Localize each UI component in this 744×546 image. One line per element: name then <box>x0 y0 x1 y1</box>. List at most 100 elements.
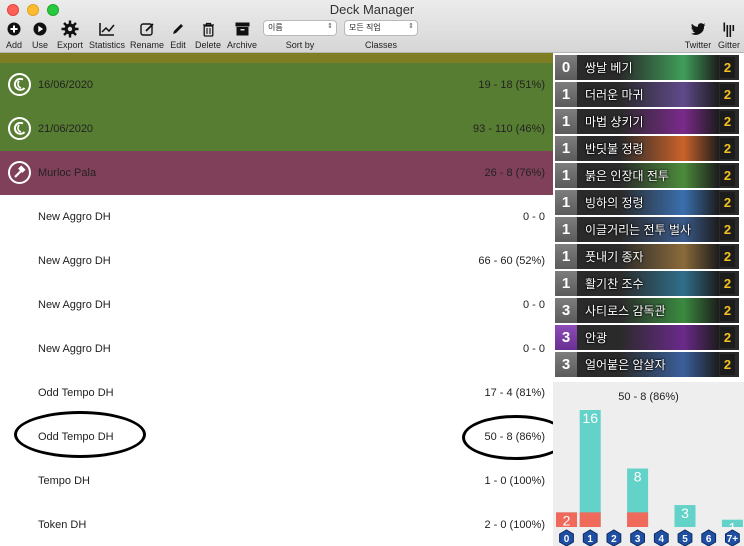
mana-curve-chart: 20161 283 435 617+ <box>556 410 743 546</box>
gitter-button[interactable]: Gitter <box>707 20 744 50</box>
deck-row[interactable]: New Aggro DH 0 - 0 <box>0 327 553 371</box>
card-name: 더러운 마귀 <box>585 88 644 102</box>
archive-button[interactable]: Archive <box>220 20 264 50</box>
deck-row[interactable]: New Aggro DH 0 - 0 <box>0 283 553 327</box>
card-name: 사티로스 감독관 <box>585 304 666 318</box>
class-icon-badge <box>8 73 31 96</box>
card-cost: 0 <box>555 55 577 80</box>
mana-cost-tick: 6 <box>706 534 712 545</box>
card-row[interactable]: 1 풋내기 종자 2 <box>555 244 739 269</box>
gitter-icon <box>723 22 735 37</box>
deck-row[interactable]: Token DH 2 - 0 (100%) <box>0 503 553 546</box>
mana-cost-tick: 3 <box>635 534 641 545</box>
card-row[interactable]: 1 활기찬 조수 2 <box>555 271 739 296</box>
sort-label: Sort by <box>285 40 315 50</box>
select-arrows-icon: ⇕ <box>327 23 333 30</box>
class-icon-badge <box>8 117 31 140</box>
pencil-icon <box>173 24 183 34</box>
deck-row[interactable]: 21/06/2020 93 - 110 (46%) <box>0 107 553 151</box>
card-name: 활기찬 조수 <box>585 277 644 291</box>
deck-name: Token DH <box>38 519 87 531</box>
card-count: 2 <box>720 57 735 78</box>
card-row[interactable]: 1 이글거리는 전투 벌사 2 <box>555 217 739 242</box>
card-row[interactable]: 3 안광 2 <box>555 325 739 350</box>
card-row[interactable]: 3 얼어붙은 암살자 2 <box>555 352 739 377</box>
card-name: 풋내기 종자 <box>585 250 644 264</box>
mana-bar-label: 16 <box>582 410 598 426</box>
card-count: 2 <box>720 192 735 213</box>
mana-bar-base-3 <box>627 512 649 527</box>
deck-record: 26 - 8 (76%) <box>484 167 545 179</box>
twitter-icon <box>690 22 705 35</box>
deck-record: 17 - 4 (81%) <box>484 387 545 399</box>
deck-record: 1 - 0 (100%) <box>484 475 545 487</box>
card-row[interactable]: 1 마법 샹키기 2 <box>555 109 739 134</box>
deck-row[interactable]: New Aggro DH 66 - 60 (52%) <box>0 239 553 283</box>
card-cost: 3 <box>555 352 577 377</box>
mana-bar-label: 3 <box>681 505 689 521</box>
card-cost: 3 <box>555 298 577 323</box>
druid-icon <box>13 77 26 91</box>
deck-row[interactable]: Murloc Pala 26 - 8 (76%) <box>0 151 553 195</box>
card-name: 빙하의 정령 <box>585 196 644 210</box>
deck-name: 21/06/2020 <box>38 123 94 135</box>
card-count: 2 <box>720 246 735 267</box>
deck-name: Tempo DH <box>38 475 90 487</box>
class-select[interactable]: 모든 직업 ⇕ <box>344 20 418 36</box>
deck-row[interactable]: Odd Tempo DH 17 - 4 (81%) <box>0 371 553 415</box>
deck-record: 0 - 0 <box>522 343 545 355</box>
deck-record: 2 - 0 (100%) <box>484 519 545 531</box>
mana-curve-panel: 50 - 8 (86%) 2 0 16 1 2 8 3 4 3 5 6 1 7+ <box>553 382 744 546</box>
trash-icon <box>202 22 214 37</box>
mana-cost-tick: 2 <box>611 534 617 545</box>
card-cost: 1 <box>555 190 577 215</box>
gear-icon <box>61 20 79 38</box>
window-title: Deck Manager <box>329 2 415 17</box>
class-label: Classes <box>364 40 397 50</box>
deck-list-top-strip <box>0 53 553 63</box>
card-name: 붉은 인장대 전투 <box>585 169 669 183</box>
card-name: 마법 샹키기 <box>585 115 644 129</box>
deck-card-list: 0 쌍날 베기 2 1 더러운 마귀 2 1 마법 샹키기 2 1 반딧불 정령 2 1 붉은 인장대 전… <box>553 53 744 382</box>
card-count: 2 <box>720 354 735 375</box>
card-row[interactable]: 1 빙하의 정령 2 <box>555 190 739 215</box>
deck-row[interactable]: Tempo DH 1 - 0 (100%) <box>0 459 553 503</box>
card-count: 2 <box>720 84 735 105</box>
mana-bar-label: 8 <box>634 469 642 485</box>
deck-record: 19 - 18 (51%) <box>478 79 545 91</box>
deck-name: Odd Tempo DH <box>38 387 114 399</box>
card-row[interactable]: 1 반딧불 정령 2 <box>555 136 739 161</box>
statistics-button[interactable]: Statistics <box>85 20 129 50</box>
select-arrows-icon: ⇕ <box>408 23 414 30</box>
druid-icon <box>13 121 26 135</box>
card-count: 2 <box>720 273 735 294</box>
archive-icon <box>235 22 249 36</box>
card-row[interactable]: 1 붉은 인장대 전투 2 <box>555 163 739 188</box>
deck-row[interactable]: 16/06/2020 19 - 18 (51%) <box>0 63 553 107</box>
mana-bar-label: 2 <box>563 512 571 528</box>
deck-name: Murloc Pala <box>38 167 97 179</box>
sort-select[interactable]: 이름 ⇕ <box>263 20 337 36</box>
deck-list: 16/06/2020 19 - 18 (51%) 21/06/2020 93 - 11… <box>0 53 553 546</box>
card-row[interactable]: 0 쌍날 베기 2 <box>555 55 739 80</box>
window-toolbar: Deck Manager Add Use Export Statistics R… <box>0 0 744 53</box>
play-icon <box>33 22 47 36</box>
mana-cost-tick: 7+ <box>727 534 739 545</box>
deck-name: New Aggro DH <box>38 255 111 267</box>
mana-cost-tick: 0 <box>564 534 570 545</box>
card-count: 2 <box>720 300 735 321</box>
card-cost: 1 <box>555 271 577 296</box>
card-cost: 1 <box>555 82 577 107</box>
card-row[interactable]: 3 사티로스 감독관 2 <box>555 298 739 323</box>
deck-row[interactable]: New Aggro DH 0 - 0 <box>0 195 553 239</box>
deck-name: 16/06/2020 <box>38 79 94 91</box>
deck-name: New Aggro DH <box>38 211 111 223</box>
card-name: 쌍날 베기 <box>585 61 633 75</box>
card-count: 2 <box>720 219 735 240</box>
mana-cost-tick: 1 <box>587 534 593 545</box>
deck-record: 93 - 110 (46%) <box>473 123 545 135</box>
deck-name: New Aggro DH <box>38 343 111 355</box>
card-count: 2 <box>720 327 735 348</box>
card-row[interactable]: 1 더러운 마귀 2 <box>555 82 739 107</box>
rename-icon <box>139 22 154 36</box>
